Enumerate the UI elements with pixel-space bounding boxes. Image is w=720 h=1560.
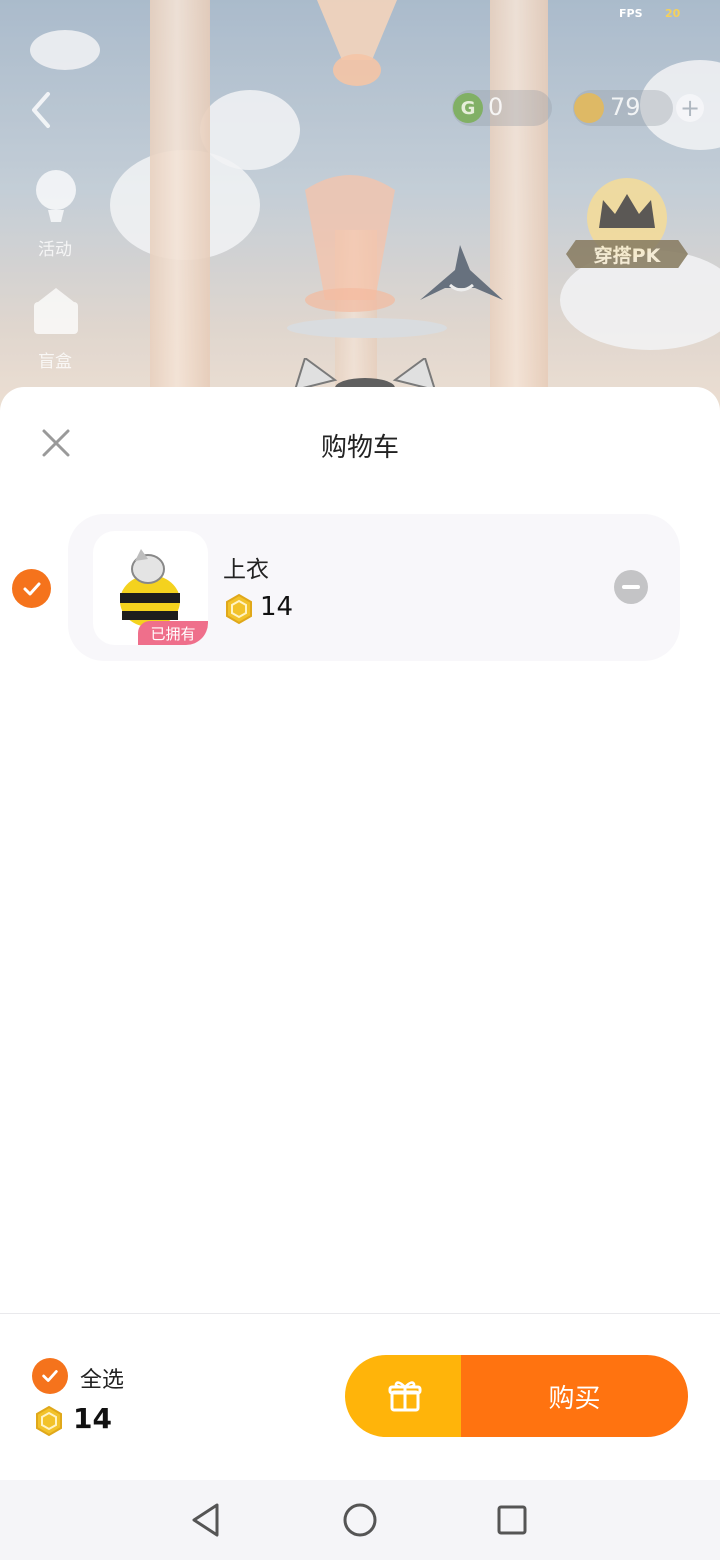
check-icon <box>42 1370 58 1382</box>
system-navigation-bar <box>0 1480 720 1560</box>
check-icon <box>23 582 40 595</box>
coin-icon <box>226 593 252 625</box>
buy-button[interactable]: 购买 <box>461 1355 688 1437</box>
gift-icon <box>388 1381 422 1412</box>
remove-item-button[interactable] <box>614 570 648 604</box>
item-thumbnail: 已拥有 <box>93 531 208 645</box>
recents-square-icon <box>497 1505 527 1535</box>
nav-home-button[interactable] <box>340 1500 380 1540</box>
owned-badge: 已拥有 <box>138 621 208 645</box>
page-title: 购物车 <box>320 433 399 463</box>
nav-recents-button[interactable] <box>492 1500 532 1540</box>
select-all-checkbox[interactable] <box>32 1358 68 1394</box>
gift-button[interactable] <box>345 1355 465 1437</box>
total-price: 14 <box>73 1402 112 1435</box>
cart-item[interactable]: 已拥有 上衣 14 <box>68 514 680 661</box>
item-name: 上衣 <box>223 557 269 583</box>
home-circle-icon <box>343 1503 377 1537</box>
back-triangle-icon <box>192 1503 219 1537</box>
nav-back-button[interactable] <box>186 1500 226 1540</box>
item-select-checkbox[interactable] <box>12 569 51 608</box>
select-all-label[interactable]: 全选 <box>80 1362 124 1394</box>
item-price: 14 <box>260 592 294 622</box>
coin-icon <box>36 1405 62 1437</box>
footer-divider <box>0 1313 720 1314</box>
